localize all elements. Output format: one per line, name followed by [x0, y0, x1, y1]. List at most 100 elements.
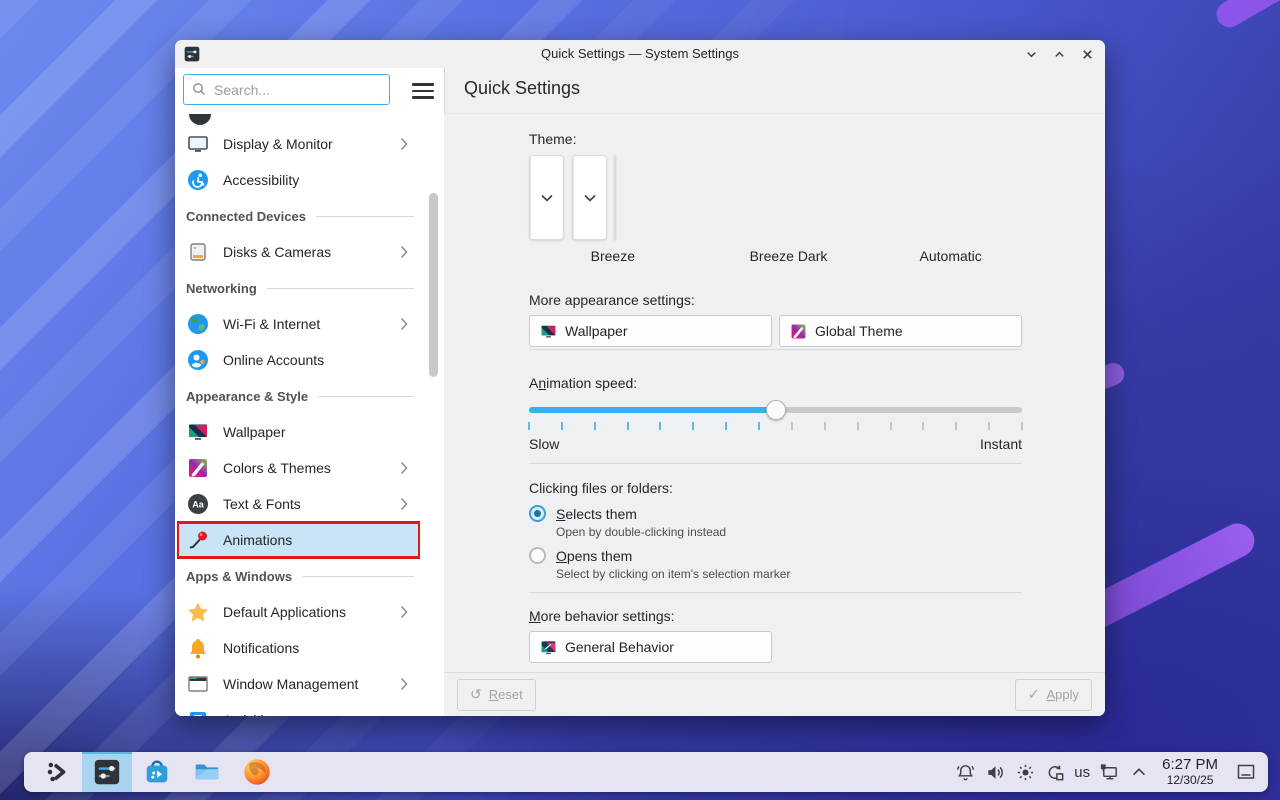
keyboard-layout-indicator[interactable]: us — [1074, 764, 1090, 781]
taskbar: us 6:27 PM 12/30/25 — [24, 752, 1268, 792]
chevron-right-icon — [400, 677, 408, 691]
radio-button-unselected[interactable] — [529, 547, 546, 564]
sidebar-item-default-applications[interactable]: Default Applications — [177, 594, 420, 630]
expand-tray-icon[interactable] — [1128, 761, 1150, 783]
sidebar-item-wifi-internet[interactable]: Wi-Fi & Internet — [177, 306, 420, 342]
sidebar-item-wallpaper[interactable]: Wallpaper — [177, 414, 420, 450]
content-header: Quick Settings — [444, 68, 1105, 114]
brightness-tray-icon[interactable] — [1014, 761, 1036, 783]
volume-tray-icon[interactable] — [984, 761, 1006, 783]
cropped-icon — [189, 114, 211, 125]
window-title: Quick Settings — System Settings — [175, 40, 1105, 68]
sidebar-item-activities[interactable]: Activities — [177, 702, 420, 716]
minimize-button[interactable] — [1023, 46, 1039, 62]
sidebar-item-text-fonts[interactable]: Aa Text & Fonts — [177, 486, 420, 522]
radio-description: Select by clicking on item's selection m… — [556, 567, 1022, 581]
theme-name-breeze: Breeze — [529, 248, 697, 264]
radio-button-selected[interactable] — [529, 505, 546, 522]
reset-button[interactable]: ↺ Reset — [457, 679, 536, 711]
animations-icon — [187, 529, 209, 551]
close-button[interactable] — [1079, 46, 1095, 62]
taskbar-firefox[interactable] — [232, 752, 282, 792]
sidebar-item-online-accounts[interactable]: Online Accounts — [177, 342, 420, 378]
theme-card-automatic[interactable] — [614, 155, 616, 240]
sidebar-item-accessibility[interactable]: Accessibility — [177, 162, 420, 198]
application-launcher-button[interactable] — [32, 752, 82, 792]
chevron-right-icon — [400, 461, 408, 475]
sidebar-scrollbar[interactable] — [429, 193, 438, 377]
wallpaper-icon — [187, 421, 209, 443]
chevron-down-icon — [583, 192, 597, 204]
activities-icon — [187, 709, 209, 716]
system-settings-window: Quick Settings — System Settings Quick S… — [175, 40, 1105, 716]
slider-handle[interactable] — [766, 400, 786, 420]
network-tray-icon[interactable] — [1098, 761, 1120, 783]
theme-breeze-dark-dropdown[interactable] — [573, 156, 606, 239]
sidebar-item-display-monitor[interactable]: Display & Monitor — [177, 126, 420, 162]
more-appearance-label: More appearance settings: — [529, 292, 1022, 308]
bell-icon — [187, 637, 209, 659]
search-icon — [191, 81, 207, 102]
chevron-right-icon — [400, 497, 408, 511]
desktop: Quick Settings — System Settings Quick S… — [0, 0, 1280, 800]
theme-name-breeze-dark: Breeze Dark — [705, 248, 873, 264]
section-divider — [529, 592, 1022, 593]
undo-icon: ↺ — [470, 686, 482, 703]
sidebar-item-notifications[interactable]: Notifications — [177, 630, 420, 666]
chevron-right-icon — [400, 137, 408, 151]
maximize-button[interactable] — [1051, 46, 1067, 62]
chevron-right-icon — [400, 317, 408, 331]
sidebar-list: Display & Monitor Accessibility Connecte… — [177, 114, 420, 716]
general-behavior-icon — [540, 639, 557, 656]
taskbar-system-settings[interactable] — [82, 752, 132, 792]
theme-breeze-dropdown[interactable] — [530, 156, 563, 239]
theme-label: Theme: — [529, 131, 1022, 147]
sidebar-section-apps-windows: Apps & Windows — [177, 558, 420, 594]
notifications-tray-icon[interactable] — [954, 761, 976, 783]
show-desktop-button[interactable] — [1234, 760, 1258, 784]
digital-clock[interactable]: 6:27 PM 12/30/25 — [1158, 757, 1222, 787]
window-footer: ↺ Reset ✓ Apply — [444, 672, 1105, 716]
theme-card-breeze[interactable] — [529, 155, 564, 240]
menu-button[interactable] — [412, 80, 434, 102]
titlebar[interactable]: Quick Settings — System Settings — [175, 40, 1105, 69]
taskbar-dolphin[interactable] — [182, 752, 232, 792]
radio-selects-them[interactable]: Selects them — [529, 505, 1022, 522]
sidebar-section-appearance-style: Appearance & Style — [177, 378, 420, 414]
chevron-down-icon — [540, 192, 554, 204]
wallpaper-icon — [540, 323, 557, 340]
wallpaper-button[interactable]: Wallpaper — [529, 315, 772, 347]
animation-speed-slider[interactable] — [529, 402, 1022, 420]
svg-text:Aa: Aa — [192, 500, 204, 510]
slider-fill — [529, 407, 776, 413]
sidebar-item-partial[interactable] — [177, 114, 420, 126]
theme-picker — [529, 155, 1022, 240]
section-divider — [529, 349, 1022, 350]
clock-date: 12/30/25 — [1162, 774, 1218, 787]
accounts-icon — [187, 349, 209, 371]
sidebar-section-connected-devices: Connected Devices — [177, 198, 420, 234]
search-input[interactable] — [183, 74, 390, 105]
apply-button[interactable]: ✓ Apply — [1015, 679, 1092, 711]
theme-name-automatic: Automatic — [879, 248, 1022, 264]
global-theme-button[interactable]: Global Theme — [779, 315, 1022, 347]
display-monitor-icon — [187, 133, 209, 155]
check-icon: ✓ — [1028, 686, 1040, 703]
animation-speed-label: Animation speed: — [529, 375, 1022, 391]
taskbar-discover[interactable] — [132, 752, 182, 792]
sidebar-item-disks-cameras[interactable]: Disks & Cameras — [177, 234, 420, 270]
sidebar-item-animations[interactable]: Animations — [177, 522, 420, 558]
general-behavior-button[interactable]: General Behavior — [529, 631, 772, 663]
window-icon — [187, 673, 209, 695]
global-theme-icon — [790, 323, 807, 340]
slider-min-label: Slow — [529, 436, 559, 452]
settings-content: Theme: — [444, 114, 1105, 672]
theme-card-breeze-dark[interactable] — [572, 155, 607, 240]
radio-opens-them[interactable]: Opens them — [529, 547, 1022, 564]
sidebar: Display & Monitor Accessibility Connecte… — [175, 114, 444, 716]
sidebar-item-colors-themes[interactable]: Colors & Themes — [177, 450, 420, 486]
device-notifier-tray-icon[interactable] — [1044, 761, 1066, 783]
system-tray: us 6:27 PM 12/30/25 — [954, 757, 1260, 787]
sidebar-item-window-management[interactable]: Window Management — [177, 666, 420, 702]
radio-description: Open by double-clicking instead — [556, 525, 1022, 539]
